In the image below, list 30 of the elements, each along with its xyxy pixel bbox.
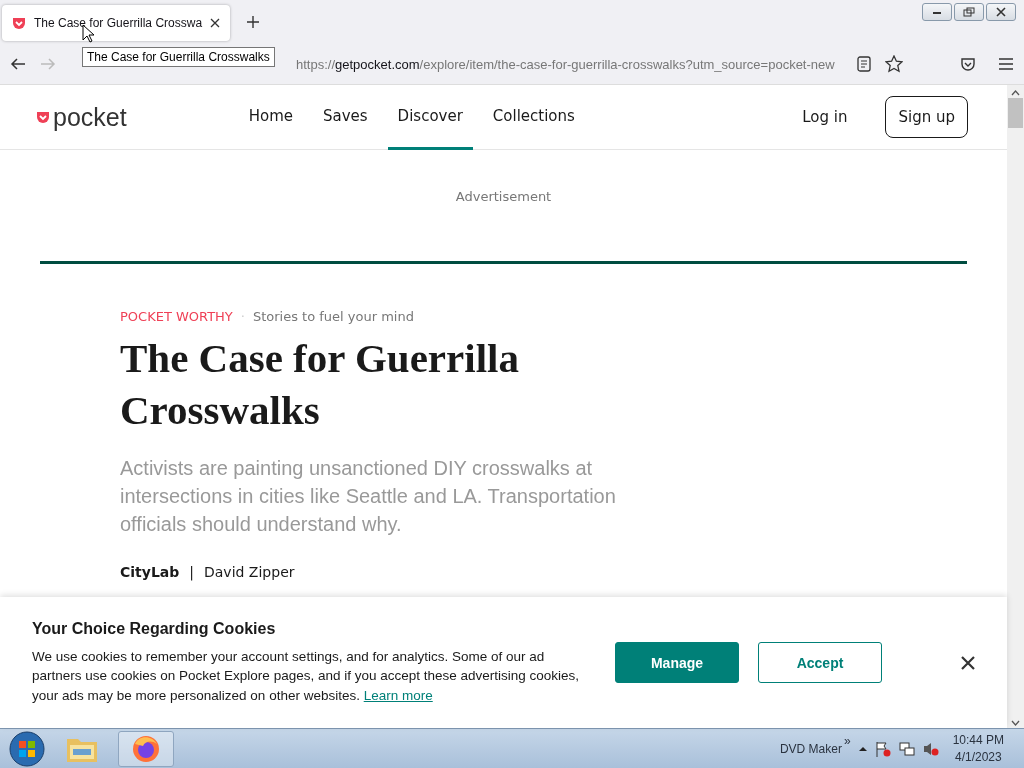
url-text: https://getpocket.com/explore/item/the-case-for-guerrilla-crosswalks?utm_source=pocket-new — [296, 56, 835, 72]
advertisement-label: Advertisement — [455, 189, 552, 204]
clock-date[interactable]: 4/1/2023 — [954, 748, 1002, 766]
nav-tab[interactable]: Discover — [387, 85, 473, 150]
login-link[interactable]: Log in — [802, 108, 848, 126]
address-bar[interactable]: https://getpocket.com/explore/item/the-case-for-guerrilla-crosswalks?utm_source=pocket-new — [288, 48, 843, 80]
kicker-label: POCKET WORTHY — [120, 309, 233, 324]
tab-title: The Case for Guerrilla Crosswa — [34, 16, 203, 30]
browser-tab[interactable]: The Case for Guerrilla Crosswa — [2, 5, 231, 41]
manage-button[interactable]: Manage — [615, 642, 739, 683]
byline-separator: | — [189, 564, 194, 580]
nav-tab[interactable]: Collections — [482, 85, 585, 150]
kicker-separator: · — [240, 309, 245, 324]
article-excerpt: Activists are painting unsanctioned DIY crosswalks at intersections in cities like Seattle and LA. Transportation officials should understand why. — [120, 456, 617, 537]
learn-more-link[interactable]: Learn more — [363, 687, 433, 703]
clock-time[interactable]: 10:44 PM — [952, 731, 1004, 749]
article-title: The Case for Guerrilla Crosswalks — [120, 334, 520, 435]
publisher-name: CityLab — [120, 564, 180, 580]
logo-text[interactable]: pocket — [53, 102, 127, 132]
author-name: David Zipper — [204, 564, 295, 580]
toolbar-label[interactable]: DVD Maker — [779, 741, 842, 756]
tooltip: The Case for Guerrilla Crosswalks — [82, 47, 275, 67]
cookie-text: We use cookies to remember your account settings, and for analytics. Some of our ad partners use cookies on Pocket Explore pages, and if you accept these advertising cookies, your ads may be more personalized on other websites. Learn more — [32, 647, 581, 705]
overflow-chevron[interactable]: » — [843, 733, 851, 748]
cookie-title: Your Choice Regarding Cookies — [32, 619, 277, 638]
nav-tab[interactable]: Home — [238, 85, 303, 150]
nav-tab[interactable]: Saves — [312, 85, 378, 150]
signup-button[interactable]: Sign up — [885, 96, 968, 138]
accept-button[interactable]: Accept — [758, 642, 882, 683]
tagline: Stories to fuel your mind — [252, 309, 414, 324]
